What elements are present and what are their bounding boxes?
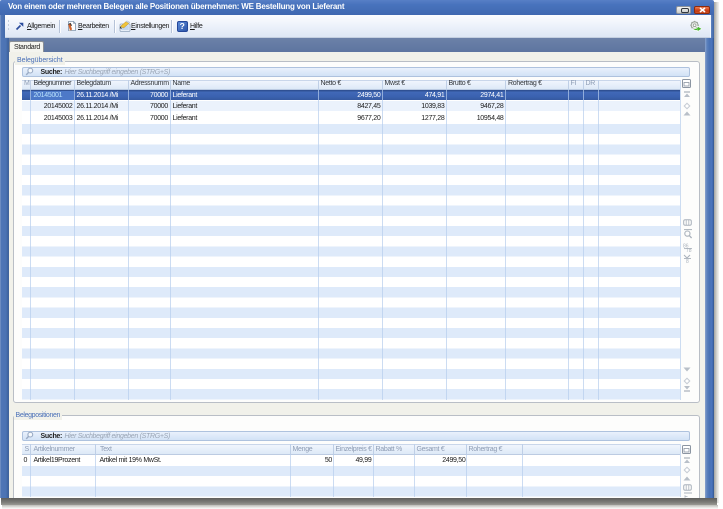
svg-text:78: 78 xyxy=(686,248,692,252)
svg-text:8: 8 xyxy=(686,259,689,263)
